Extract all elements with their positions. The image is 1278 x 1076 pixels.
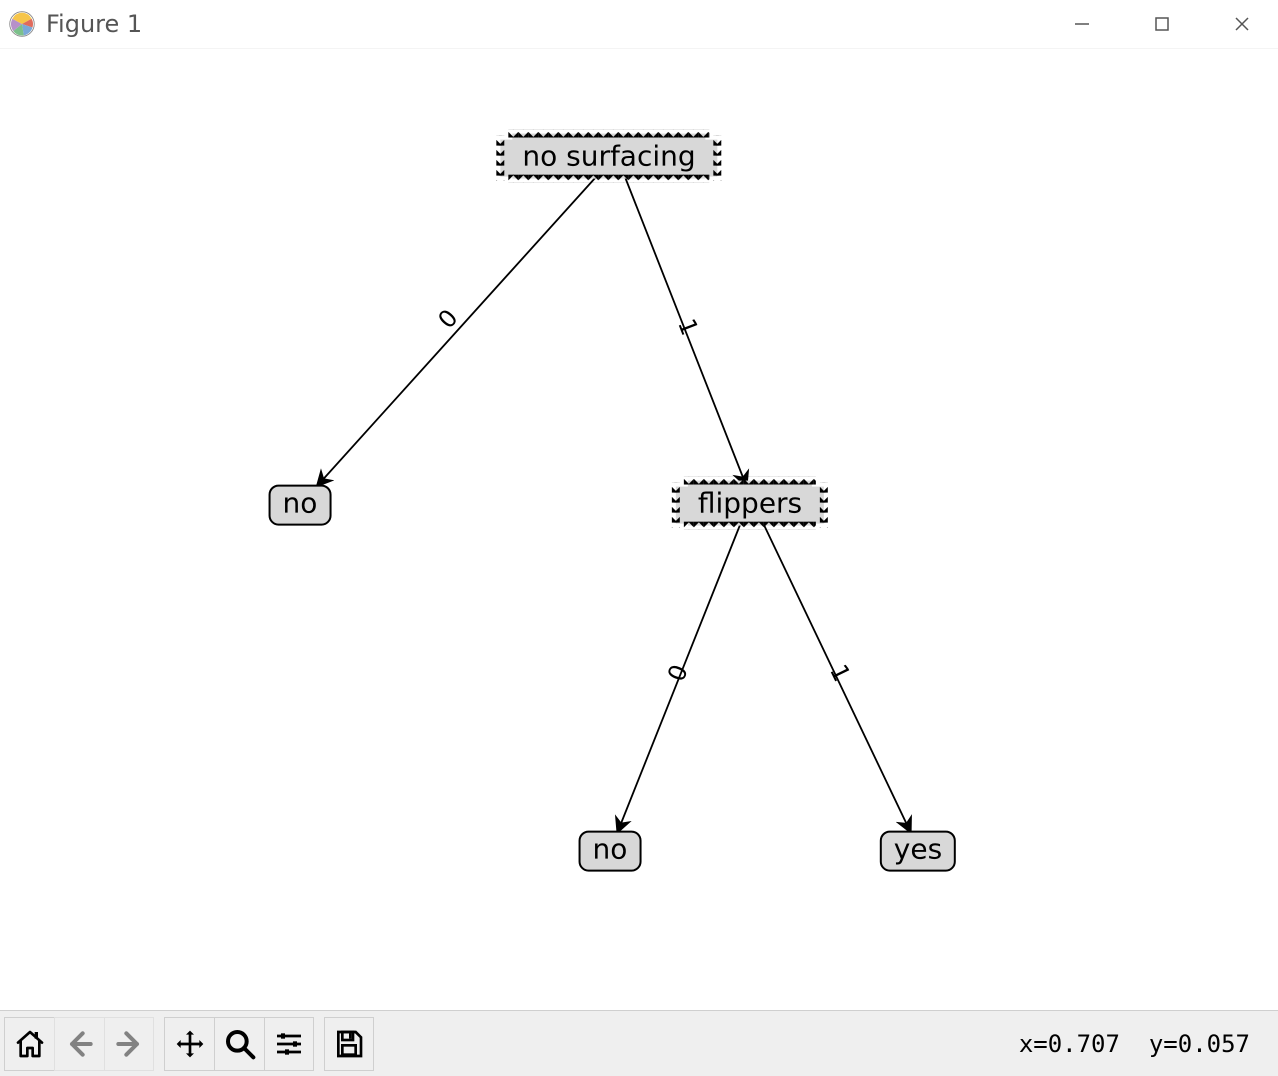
- close-icon: [1233, 15, 1251, 33]
- tree-node-root-label: no surfacing: [522, 140, 695, 173]
- toolbar-pan-button[interactable]: [164, 1017, 214, 1071]
- move-icon: [174, 1028, 206, 1060]
- tree-leaf-no-2: no: [579, 831, 642, 872]
- window-minimize-button[interactable]: [1054, 4, 1110, 44]
- maximize-icon: [1153, 15, 1171, 33]
- tree-leaf-no-1: no: [269, 485, 332, 526]
- edge-root-to-no: [318, 177, 596, 485]
- tree-leaf-no-1-label: no: [283, 487, 318, 520]
- zoom-icon: [224, 1028, 256, 1060]
- edge-label-root-flippers: 1: [672, 315, 704, 339]
- window-close-button[interactable]: [1214, 4, 1270, 44]
- figure-canvas[interactable]: no surfacing no flippers no yes 0 1 0 1: [0, 48, 1278, 1009]
- toolbar-configure-button[interactable]: [264, 1017, 314, 1071]
- toolbar-zoom-button[interactable]: [214, 1017, 264, 1071]
- home-icon: [14, 1028, 46, 1060]
- tree-leaf-no-2-label: no: [593, 833, 628, 866]
- toolbar-home-button[interactable]: [4, 1017, 54, 1071]
- tree-node-flippers-label: flippers: [698, 487, 802, 520]
- arrow-right-icon: [113, 1028, 145, 1060]
- matplotlib-toolbar: x=0.707 y=0.057: [0, 1010, 1278, 1076]
- toolbar-forward-button[interactable]: [104, 1017, 154, 1071]
- cursor-coordinates: x=0.707 y=0.057: [1019, 1030, 1274, 1058]
- edge-label-flippers-yes: 1: [824, 660, 856, 686]
- arrow-left-icon: [64, 1028, 96, 1060]
- edge-label-root-no: 0: [432, 304, 463, 334]
- sliders-icon: [273, 1028, 305, 1060]
- tree-leaf-yes-label: yes: [894, 833, 942, 866]
- toolbar-back-button[interactable]: [54, 1017, 104, 1071]
- app-icon: [8, 10, 36, 38]
- save-icon: [333, 1028, 365, 1060]
- minimize-icon: [1073, 15, 1091, 33]
- window-titlebar: Figure 1: [0, 0, 1278, 48]
- window-maximize-button[interactable]: [1134, 4, 1190, 44]
- tree-node-flippers: flippers: [676, 487, 824, 524]
- toolbar-save-button[interactable]: [324, 1017, 374, 1071]
- edge-label-flippers-no: 0: [662, 661, 694, 686]
- tree-node-root: no surfacing: [500, 140, 717, 177]
- window-title: Figure 1: [46, 10, 142, 38]
- tree-leaf-yes: yes: [880, 831, 956, 872]
